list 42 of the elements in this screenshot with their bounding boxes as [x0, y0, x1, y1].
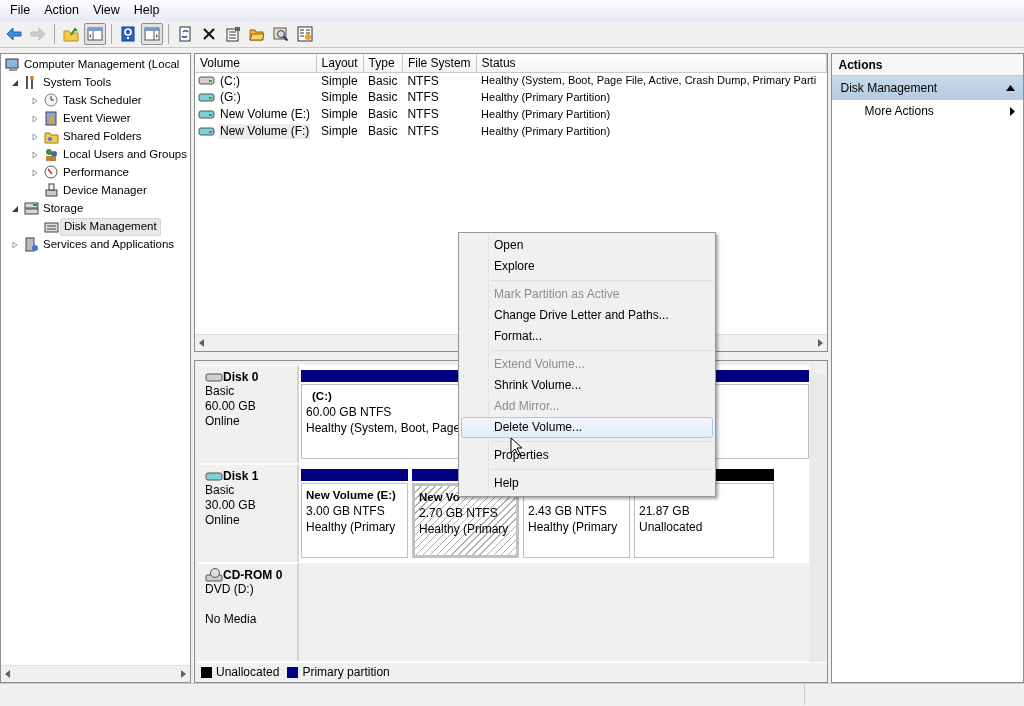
table-cell-text: Healthy (Primary Partition) [480, 106, 612, 122]
partition-size: 21.87 GB [639, 503, 690, 519]
disk-size: 30.00 GB [205, 497, 257, 513]
pane-title: Actions [832, 54, 1023, 76]
legend-label: Unallocated [216, 665, 280, 680]
table-cell: Basic [363, 72, 403, 89]
disk-status: No Media [205, 611, 258, 627]
partition-status: Healthy (Primary [528, 519, 618, 535]
partition-status: Healthy (Primary [419, 521, 509, 537]
disk-name: Disk 1 [223, 469, 259, 484]
table-cell: NTFS [402, 72, 477, 89]
table-cell-text: Simple [320, 89, 359, 106]
table-cell-text: NTFS [406, 123, 440, 140]
partition-title: New Volume (E:) [306, 488, 396, 503]
table-cell-text: Healthy (Primary Partition) [480, 123, 612, 139]
table-cell-text: Basic [367, 106, 399, 123]
table-cell-text: Basic [367, 123, 399, 140]
disk-name: Disk 0 [223, 370, 259, 385]
table-cell-text: Simple [320, 106, 359, 123]
partition-status: Healthy (Primary [306, 519, 396, 535]
partition-status: Unallocated [639, 519, 703, 535]
disk-type: Basic [205, 384, 236, 399]
table-cell-text: Basic [367, 89, 399, 106]
disk-status: Online [205, 512, 241, 528]
table-cell-text: Healthy (Primary Partition) [480, 89, 612, 105]
disk-type: DVD (D:) [205, 582, 255, 597]
legend-label: Primary partition [302, 665, 390, 680]
table-cell: Simple [316, 72, 364, 89]
table-cell-text: NTFS [406, 106, 440, 123]
disk-status: Online [205, 413, 241, 429]
table-cell-text: Simple [320, 123, 359, 140]
partition-size: 2.43 GB NTFS [528, 503, 607, 519]
partition-title: New Vo [419, 490, 460, 505]
disk-name: CD-ROM 0 [223, 568, 283, 583]
partition-title: (C:) [311, 389, 332, 404]
disk-type: Basic [205, 483, 236, 498]
partition-size: 60.00 GB NTFS [306, 404, 392, 420]
table-cell: Healthy (System, Boot, Page File, Active, Crash Dump, Primary Parti [476, 72, 827, 89]
disk-size: 60.00 GB [205, 398, 257, 414]
table-cell-text: NTFS [406, 89, 440, 106]
partition-size: 2.70 GB NTFS [419, 505, 498, 521]
partition-size: 3.00 GB NTFS [306, 503, 385, 519]
